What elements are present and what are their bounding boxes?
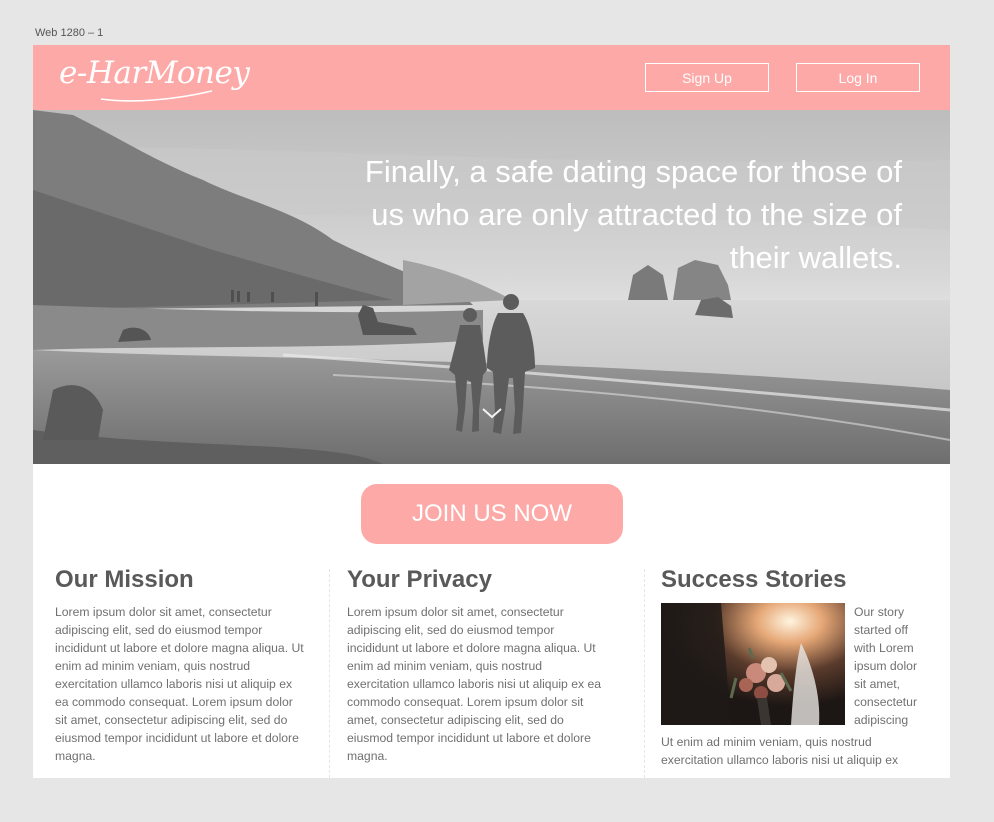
privacy-body: Lorem ipsum dolor sit amet, consectetur … [347,605,602,763]
mission-title: Our Mission [55,566,194,593]
artboard-label: Web 1280 – 1 [35,27,104,39]
hero-tagline: Finally, a safe dating space for those o… [364,154,902,275]
privacy-title: Your Privacy [347,566,492,593]
site-header: e-HarMoney Sign Up Log In [33,45,950,110]
story-continued-text: Ut enim ad minim veniam, quis nostrud ex… [661,735,899,767]
column-divider [329,569,330,778]
login-button[interactable]: Log In [796,63,920,92]
privacy-section: Your Privacy Lorem ipsum dolor sit amet,… [347,565,602,765]
mission-section: Our Mission Lorem ipsum dolor sit amet, … [55,565,307,765]
join-us-button[interactable]: JOIN US NOW [361,484,623,544]
success-story-photo [661,603,845,725]
hero-banner: Finally, a safe dating space for those o… [33,110,950,464]
stories-title: Success Stories [661,566,847,593]
chevron-down-icon[interactable] [481,406,503,420]
column-divider [644,569,645,778]
signup-button[interactable]: Sign Up [645,63,769,92]
stories-section: Success Stories Our story started off wi… [661,565,923,767]
mission-body: Lorem ipsum dolor sit amet, consectetur … [55,605,304,763]
logo-swash-icon [100,90,213,102]
page-artboard: e-HarMoney Sign Up Log In Finally, a saf… [33,45,950,778]
story-intro-text: Our story started off with Lorem ipsum d… [854,605,918,727]
logo[interactable]: e-HarMoney [59,55,250,91]
